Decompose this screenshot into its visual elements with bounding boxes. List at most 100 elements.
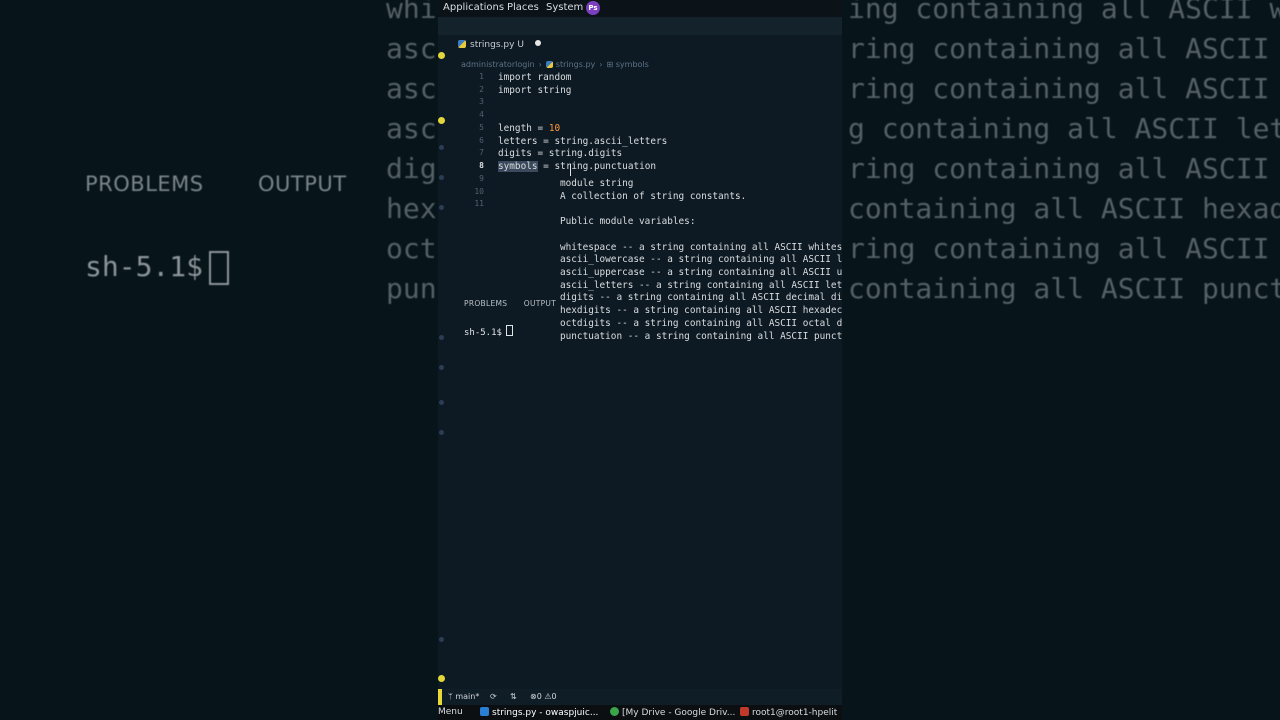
warning-icon: ⚠: [544, 692, 552, 701]
lightbulb-icon[interactable]: [438, 117, 445, 124]
bg-line: ring containing all ASCII decimal di: [848, 152, 1270, 185]
python-file-icon: [545, 61, 553, 68]
applications-menu[interactable]: Applications: [443, 2, 504, 13]
breadcrumb-chevron-icon: ›: [538, 60, 542, 69]
bg-line: g containing all ASCII lett: [848, 112, 1280, 145]
git-branch[interactable]: ᛘ main*: [448, 692, 479, 701]
lightbulb-icon[interactable]: [438, 675, 445, 682]
bg-fragment: pun: [386, 272, 437, 305]
code-line[interactable]: digits = string.digits: [498, 148, 622, 159]
line-number: 4: [479, 110, 484, 119]
line-number: 11: [474, 199, 484, 208]
code-line[interactable]: import string: [498, 85, 571, 96]
code-line[interactable]: length = 10: [498, 123, 560, 134]
line-number: 5: [479, 123, 484, 132]
breadcrumb: administratorlogin › strings.py › ⊞ symbols: [461, 60, 649, 69]
status-bar: ᛘ main* ⟳ ⇅ ⊗0 ⚠0: [438, 689, 842, 705]
activity-debug-icon[interactable]: [439, 335, 444, 340]
app-launcher-icon[interactable]: Ps: [586, 1, 600, 15]
activity-bar: [438, 35, 446, 685]
selected-text[interactable]: symbols: [498, 161, 538, 172]
line-number: 10: [474, 187, 484, 196]
problems-counter[interactable]: ⊗0 ⚠0: [530, 692, 557, 701]
taskbar-menu[interactable]: Menu: [438, 707, 463, 717]
line-number: 9: [479, 174, 484, 183]
taskbar-terminal[interactable]: root1@root1-hpelit: [740, 707, 837, 718]
hover-line: punctuation -- a string containing all A…: [560, 331, 842, 342]
number-literal: 10: [548, 123, 561, 134]
desktop-top-bar: Applications Places System Ps: [438, 0, 842, 17]
background-left: [0, 0, 438, 720]
system-menu[interactable]: System: [546, 2, 583, 13]
activity-account-icon[interactable]: [439, 637, 444, 642]
bg-line: containing all ASCII punctu: [848, 272, 1280, 305]
line-number: 6: [479, 136, 484, 145]
breadcrumb-chevron-icon: ›: [599, 60, 603, 69]
bg-line: containing all ASCII hexadeci: [848, 192, 1280, 225]
bg-line: ring containing all ASCII octal di: [848, 232, 1270, 265]
hover-line: A collection of string constants.: [560, 191, 747, 202]
lightbulb-icon[interactable]: [438, 52, 445, 59]
bg-fragment: asc: [386, 72, 437, 105]
screen: Applications Places System Ps strings.py…: [438, 0, 842, 720]
bg-line: ring containing all ASCII up: [848, 72, 1280, 105]
taskbar: Menu strings.py - owaspjuic... [My Drive…: [438, 705, 842, 720]
code-text: = string.punctuation: [537, 161, 657, 172]
bg-prompt: sh-5.1$: [85, 250, 230, 285]
code-text: length =: [498, 123, 549, 134]
hover-line: Public module variables:: [560, 216, 696, 227]
breadcrumb-file[interactable]: strings.py: [556, 60, 596, 69]
bg-fragment: dig: [386, 152, 437, 185]
hover-line: octdigits -- a string containing all ASC…: [560, 318, 842, 329]
activity-explorer-icon[interactable]: [439, 145, 444, 150]
terminal-icon: [740, 707, 749, 716]
hover-line: whitespace -- a string containing all AS…: [560, 242, 842, 253]
line-number: 2: [479, 85, 484, 94]
code-line[interactable]: import random: [498, 72, 571, 83]
activity-remote-icon[interactable]: [439, 400, 444, 405]
unsaved-dot-icon[interactable]: [534, 40, 541, 46]
tab-filename: strings.py: [470, 40, 515, 50]
terminal-prompt[interactable]: sh-5.1$: [464, 325, 513, 338]
taskbar-vscode[interactable]: strings.py - owaspjuic...: [480, 707, 598, 718]
title-strip: [438, 17, 842, 35]
taskbar-chrome[interactable]: [My Drive - Google Driv...: [610, 707, 735, 718]
line-number: 3: [479, 97, 484, 106]
symbol-variable-icon: ⊞: [606, 60, 616, 69]
hover-line: ascii_letters -- a string containing all…: [560, 280, 842, 291]
code-line[interactable]: letters = string.ascii_letters: [498, 136, 667, 147]
breadcrumb-folder[interactable]: administratorlogin: [461, 60, 535, 69]
tab-strings-py[interactable]: strings.py U: [458, 40, 541, 50]
terminal-cursor: [505, 325, 513, 336]
mouse-ibeam-cursor: [570, 164, 573, 176]
hover-line: module string: [560, 178, 634, 189]
activity-search-icon[interactable]: [439, 175, 444, 180]
line-number: 1: [479, 72, 484, 81]
hover-line: hexdigits -- a string containing all ASC…: [560, 305, 842, 316]
line-number-active: 8: [479, 161, 484, 170]
breadcrumb-symbol[interactable]: symbols: [616, 60, 649, 69]
activity-test-icon[interactable]: [439, 430, 444, 435]
bg-fragment: asc: [386, 32, 437, 65]
panel-tabs: PROBLEMS OUTPUT: [464, 299, 570, 308]
sync-icon[interactable]: ⟳: [490, 692, 497, 701]
bg-fragment: asc: [386, 112, 437, 145]
code-line-active[interactable]: symbols = string.punctuation: [498, 161, 656, 172]
remote-indicator[interactable]: [438, 689, 442, 705]
bg-fragment: whi: [386, 0, 437, 25]
activity-extensions-icon[interactable]: [439, 365, 444, 370]
bg-output-label: OUTPUT: [258, 172, 347, 196]
places-menu[interactable]: Places: [507, 2, 539, 13]
tab-output[interactable]: OUTPUT: [524, 299, 556, 308]
bg-line: ing containing all ASCII whites: [848, 0, 1280, 25]
bg-fragment: oct: [386, 232, 437, 265]
bg-problems-label: PROBLEMS: [85, 172, 204, 196]
activity-scm-icon[interactable]: [439, 205, 444, 210]
tab-problems[interactable]: PROBLEMS: [464, 299, 507, 308]
hover-line: ascii_uppercase -- a string containing a…: [560, 267, 842, 278]
hover-line: ascii_lowercase -- a string containing a…: [560, 254, 842, 265]
publish-icon[interactable]: ⇅: [510, 692, 517, 701]
error-icon: ⊗: [530, 692, 537, 701]
vscode-icon: [480, 707, 489, 716]
python-file-icon: [458, 40, 466, 48]
